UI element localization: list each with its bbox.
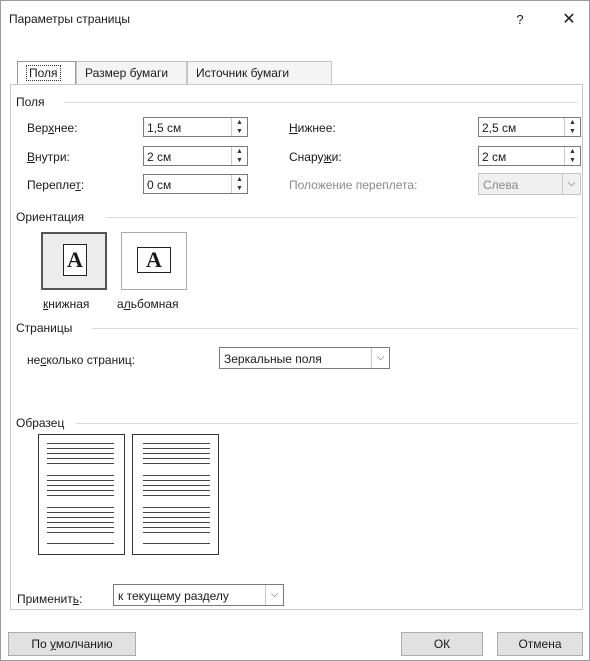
spin-up-icon[interactable]: ▲ (232, 175, 247, 184)
sample-text-line (143, 517, 210, 518)
outside-margin-value[interactable]: 2 см (482, 150, 506, 164)
sample-text-line (47, 475, 114, 476)
sample-text-line (143, 490, 210, 491)
orientation-section-label: Ориентация (16, 210, 91, 224)
portrait-page-icon: A (63, 244, 87, 276)
help-button[interactable]: ? (506, 7, 534, 33)
sample-text-line (143, 532, 210, 533)
spin-down-icon[interactable]: ▼ (565, 156, 580, 165)
spin-up-icon[interactable]: ▲ (565, 147, 580, 156)
sample-text-line (143, 522, 210, 523)
margins-section-header: Поля (16, 95, 578, 109)
sample-text-line (47, 522, 114, 523)
orientation-section-header: Ориентация (16, 210, 578, 224)
title-bar: Параметры страницы ? ✕ (1, 1, 589, 39)
sample-text-line (143, 453, 210, 454)
sample-text-line (143, 507, 210, 508)
sample-text-line (143, 443, 210, 444)
sample-text-line (47, 453, 114, 454)
inside-margin-spinner[interactable]: 2 см ▲ ▼ (143, 146, 248, 166)
spin-up-icon[interactable]: ▲ (232, 147, 247, 156)
sample-text-line (47, 527, 114, 528)
sample-text-line (143, 485, 210, 486)
top-margin-value[interactable]: 1,5 см (147, 121, 181, 135)
sample-page-left (38, 434, 125, 555)
landscape-page-icon: A (137, 247, 171, 273)
apply-to-label: Применить: (17, 592, 83, 606)
pages-section-header: Страницы (16, 321, 578, 335)
sample-text-line (47, 480, 114, 481)
sample-text-line (47, 458, 114, 459)
sample-text-line (47, 507, 114, 508)
inside-margin-label: Внутри: (27, 150, 70, 164)
chevron-down-icon[interactable]: ⌵ (371, 348, 389, 368)
sample-text-line (143, 448, 210, 449)
pages-section-label: Страницы (16, 321, 79, 335)
apply-to-dropdown[interactable]: к текущему разделу ⌵ (113, 584, 284, 606)
sample-text-line (143, 463, 210, 464)
multiple-pages-label: несколько страниц: (27, 353, 136, 367)
sample-section-header: Образец (16, 416, 578, 430)
gutter-position-dropdown: Слева ⌵ (478, 173, 581, 195)
portrait-option[interactable]: A (41, 232, 107, 290)
gutter-value[interactable]: 0 см (147, 178, 171, 192)
top-margin-spinner[interactable]: 1,5 см ▲ ▼ (143, 117, 248, 137)
chevron-down-icon[interactable]: ⌵ (265, 585, 283, 605)
top-margin-label: Верхнее: (27, 121, 78, 135)
spin-up-icon[interactable]: ▲ (565, 118, 580, 127)
tab-paper-size[interactable]: Размер бумаги (76, 61, 187, 85)
bottom-margin-value[interactable]: 2,5 см (482, 121, 516, 135)
tab-margins[interactable]: Поля (17, 61, 76, 85)
spin-down-icon[interactable]: ▼ (232, 127, 247, 136)
bottom-margin-label: Нижнее: (289, 121, 336, 135)
inside-margin-value[interactable]: 2 см (147, 150, 171, 164)
bottom-margin-spinner[interactable]: 2,5 см ▲ ▼ (478, 117, 581, 137)
spin-down-icon[interactable]: ▼ (565, 127, 580, 136)
sample-text-line (47, 517, 114, 518)
sample-text-line (47, 443, 114, 444)
spin-down-icon[interactable]: ▼ (232, 156, 247, 165)
sample-section-label: Образец (16, 416, 71, 430)
dialog-title: Параметры страницы (9, 12, 130, 26)
sample-text-line (47, 490, 114, 491)
sample-text-line (143, 543, 210, 544)
sample-text-line (47, 448, 114, 449)
portrait-label[interactable]: книжная (43, 297, 89, 311)
spin-down-icon[interactable]: ▼ (232, 184, 247, 193)
multiple-pages-value[interactable]: Зеркальные поля (224, 352, 322, 366)
sample-page-right (132, 434, 219, 555)
apply-to-value[interactable]: к текущему разделу (118, 589, 229, 603)
sample-text-line (143, 475, 210, 476)
multiple-pages-dropdown[interactable]: Зеркальные поля ⌵ (219, 347, 390, 369)
gutter-position-label: Положение переплета: (289, 178, 418, 192)
sample-text-line (47, 532, 114, 533)
tab-paper-source[interactable]: Источник бумаги (187, 61, 332, 85)
set-default-button[interactable]: По умолчанию (8, 632, 136, 656)
landscape-option[interactable]: A (121, 232, 187, 290)
outside-margin-spinner[interactable]: 2 см ▲ ▼ (478, 146, 581, 166)
spin-up-icon[interactable]: ▲ (232, 118, 247, 127)
margins-section-label: Поля (16, 95, 51, 109)
ok-button[interactable]: ОК (401, 632, 483, 656)
sample-text-line (143, 495, 210, 496)
sample-text-line (143, 458, 210, 459)
outside-margin-label: Снаружи: (289, 150, 342, 164)
sample-text-line (143, 527, 210, 528)
gutter-spinner[interactable]: 0 см ▲ ▼ (143, 174, 248, 194)
sample-text-line (47, 485, 114, 486)
close-button[interactable]: ✕ (554, 7, 584, 33)
landscape-label[interactable]: альбомная (117, 297, 179, 311)
gutter-position-value: Слева (483, 178, 519, 192)
sample-text-line (143, 512, 210, 513)
sample-text-line (47, 495, 114, 496)
sample-text-line (47, 512, 114, 513)
page-setup-dialog: Параметры страницы ? ✕ Поля Размер бумаг… (0, 0, 590, 661)
cancel-button[interactable]: Отмена (497, 632, 583, 656)
gutter-label: Переплет: (27, 178, 85, 192)
chevron-down-icon: ⌵ (562, 174, 580, 194)
sample-text-line (47, 543, 114, 544)
sample-text-line (47, 463, 114, 464)
sample-text-line (143, 480, 210, 481)
